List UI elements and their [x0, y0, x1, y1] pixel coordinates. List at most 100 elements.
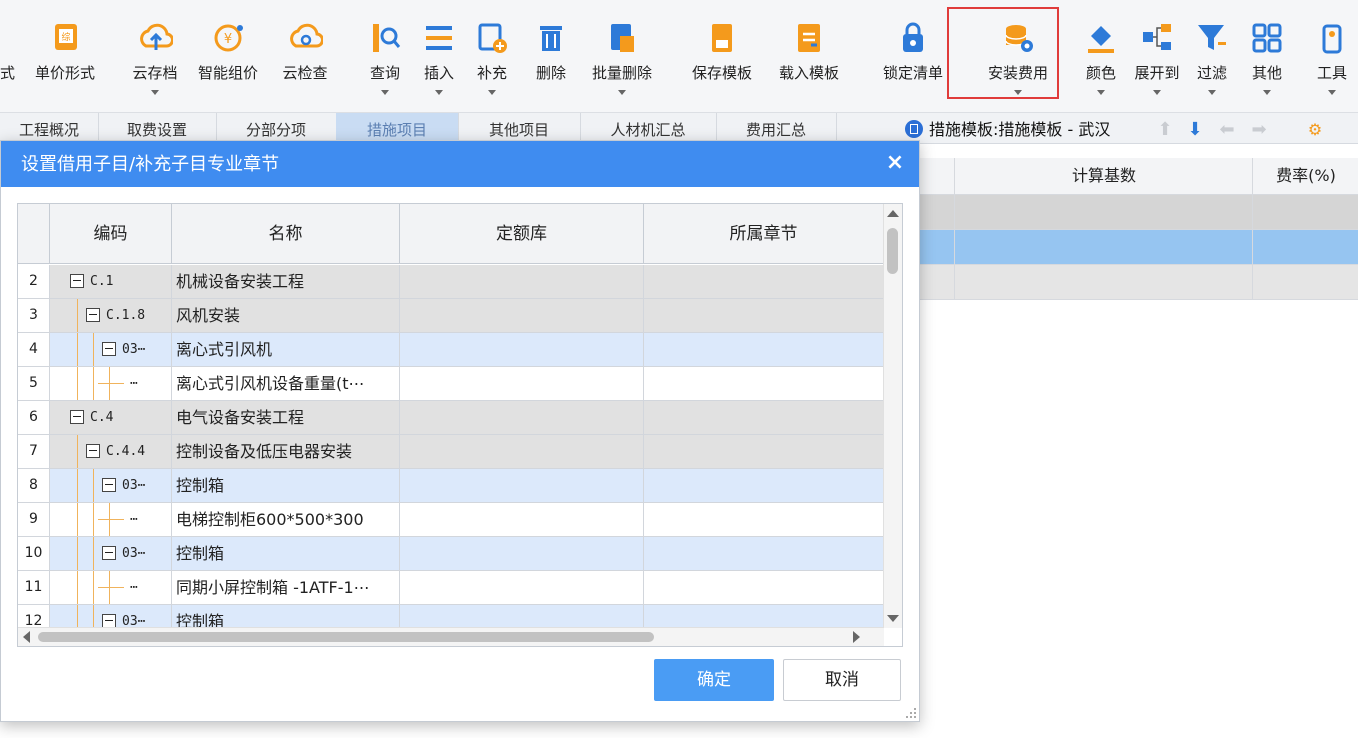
row-name[interactable]: 机械设备安装工程: [172, 265, 400, 298]
table-row[interactable]: 9 ⋯ 电梯控制柜600*500*300: [18, 503, 884, 537]
dropdown-caret-icon[interactable]: [1208, 90, 1216, 95]
horizontal-scrollbar[interactable]: [18, 627, 884, 646]
row-name[interactable]: 离心式引风机: [172, 333, 400, 366]
collapse-toggle-icon[interactable]: [86, 308, 100, 322]
table-row[interactable]: 7 C.4.4 控制设备及低压电器安装: [18, 435, 884, 469]
table-row[interactable]: 8 03⋯ 控制箱: [18, 469, 884, 503]
row-chapter[interactable]: [644, 571, 884, 604]
tab-3[interactable]: 措施项目: [336, 113, 459, 143]
vertical-scroll-thumb[interactable]: [887, 228, 898, 274]
scroll-up-arrow-icon[interactable]: [887, 210, 899, 217]
toolbar-button-insert[interactable]: 插入: [416, 18, 462, 108]
grid-row[interactable]: [918, 195, 1358, 230]
row-chapter[interactable]: [644, 537, 884, 570]
row-name[interactable]: 电气设备安装工程: [172, 401, 400, 434]
scroll-left-arrow-icon[interactable]: [23, 631, 30, 643]
ok-button[interactable]: 确定: [654, 659, 774, 701]
column-header-library[interactable]: 定额库: [400, 204, 644, 264]
row-library[interactable]: [400, 469, 644, 502]
column-header-code[interactable]: 编码: [50, 204, 172, 264]
row-code-cell[interactable]: ⋯: [50, 367, 172, 400]
dropdown-caret-icon[interactable]: [1328, 90, 1336, 95]
move-up-icon[interactable]: ⬆: [1155, 118, 1175, 142]
row-library[interactable]: [400, 435, 644, 468]
move-right-icon[interactable]: ➡: [1249, 118, 1269, 142]
move-left-icon[interactable]: ⬅: [1217, 118, 1237, 142]
column-header-chapter[interactable]: 所属章节: [644, 204, 884, 264]
toolbar-button-smart-price[interactable]: ¥ 智能组价: [188, 18, 268, 108]
tab-5[interactable]: 人材机汇总: [580, 113, 717, 143]
dropdown-caret-icon[interactable]: [488, 90, 496, 95]
dialog-title-bar[interactable]: 设置借用子目/补充子目专业章节 ×: [1, 141, 919, 187]
toolbar-button-load-template[interactable]: 载入模板: [768, 18, 850, 108]
row-chapter[interactable]: [644, 469, 884, 502]
dropdown-caret-icon[interactable]: [435, 90, 443, 95]
row-code-cell[interactable]: C.4.4: [50, 435, 172, 468]
toolbar-button-tools[interactable]: 工具: [1306, 18, 1358, 108]
horizontal-scroll-thumb[interactable]: [38, 632, 654, 642]
tab-2[interactable]: 分部分项: [216, 113, 337, 143]
row-code-cell[interactable]: ⋯: [50, 503, 172, 536]
column-header-name[interactable]: 名称: [172, 204, 400, 264]
table-row[interactable]: 2 C.1 机械设备安装工程: [18, 265, 884, 299]
toolbar-button-expand-tree[interactable]: 展开到: [1126, 18, 1188, 108]
row-name[interactable]: 控制箱: [172, 469, 400, 502]
dropdown-caret-icon[interactable]: [151, 90, 159, 95]
grid-row[interactable]: [918, 265, 1358, 300]
row-name[interactable]: 控制设备及低压电器安装: [172, 435, 400, 468]
toolbar-button-lock[interactable]: 锁定清单: [873, 18, 953, 108]
row-name[interactable]: 风机安装: [172, 299, 400, 332]
row-chapter[interactable]: [644, 435, 884, 468]
row-library[interactable]: [400, 503, 644, 536]
row-chapter[interactable]: [644, 367, 884, 400]
row-code-cell[interactable]: 03⋯: [50, 537, 172, 570]
tab-0[interactable]: 工程概况: [0, 113, 99, 143]
scroll-down-arrow-icon[interactable]: [887, 615, 899, 622]
dropdown-caret-icon[interactable]: [381, 90, 389, 95]
toolbar-button-price-form[interactable]: 综单价形式: [22, 18, 108, 108]
collapse-toggle-icon[interactable]: [86, 444, 100, 458]
row-library[interactable]: [400, 367, 644, 400]
row-name[interactable]: 控制箱: [172, 537, 400, 570]
row-code-cell[interactable]: C.1.8: [50, 299, 172, 332]
toolbar-button-filter[interactable]: 过滤: [1188, 18, 1236, 108]
table-row[interactable]: 3 C.1.8 风机安装: [18, 299, 884, 333]
row-library[interactable]: [400, 299, 644, 332]
row-code-cell[interactable]: 03⋯: [50, 469, 172, 502]
close-icon[interactable]: ×: [883, 151, 907, 175]
row-library[interactable]: [400, 265, 644, 298]
dropdown-caret-icon[interactable]: [618, 90, 626, 95]
collapse-toggle-icon[interactable]: [102, 614, 116, 628]
table-row[interactable]: 5 ⋯ 离心式引风机设备重量(t⋯: [18, 367, 884, 401]
vertical-scrollbar[interactable]: [883, 204, 902, 628]
toolbar-button-query[interactable]: 查询: [360, 18, 410, 108]
row-chapter[interactable]: [644, 299, 884, 332]
toolbar-button-batch-delete[interactable]: 批量删除: [583, 18, 661, 108]
row-library[interactable]: [400, 333, 644, 366]
tab-6[interactable]: 费用汇总: [716, 113, 837, 143]
collapse-toggle-icon[interactable]: [102, 546, 116, 560]
dropdown-caret-icon[interactable]: [1263, 90, 1271, 95]
move-down-icon[interactable]: ⬇: [1185, 118, 1205, 142]
settings-icon[interactable]: ⚙: [1305, 118, 1325, 142]
toolbar-button-grid-apps[interactable]: 其他: [1242, 18, 1292, 108]
toolbar-button-cloud-check[interactable]: 云检查: [272, 18, 338, 108]
table-row[interactable]: 6 C.4 电气设备安装工程: [18, 401, 884, 435]
collapse-toggle-icon[interactable]: [102, 478, 116, 492]
table-row[interactable]: 10 03⋯ 控制箱: [18, 537, 884, 571]
grid-row-selected[interactable]: [918, 230, 1358, 265]
cancel-button[interactable]: 取消: [783, 659, 901, 701]
collapse-toggle-icon[interactable]: [70, 274, 84, 288]
table-row[interactable]: 11 ⋯ 同期小屏控制箱 -1ATF-1⋯: [18, 571, 884, 605]
row-code-cell[interactable]: ⋯: [50, 571, 172, 604]
dropdown-caret-icon[interactable]: [1097, 90, 1105, 95]
row-chapter[interactable]: [644, 265, 884, 298]
row-chapter[interactable]: [644, 503, 884, 536]
resize-grip-icon[interactable]: [906, 708, 916, 718]
row-library[interactable]: [400, 571, 644, 604]
row-library[interactable]: [400, 401, 644, 434]
toolbar-button-cloud-upload[interactable]: 云存档: [125, 18, 185, 108]
table-row[interactable]: 4 03⋯ 离心式引风机: [18, 333, 884, 367]
toolbar-button-save-template[interactable]: 保存模板: [682, 18, 762, 108]
row-name[interactable]: 电梯控制柜600*500*300: [172, 503, 400, 536]
